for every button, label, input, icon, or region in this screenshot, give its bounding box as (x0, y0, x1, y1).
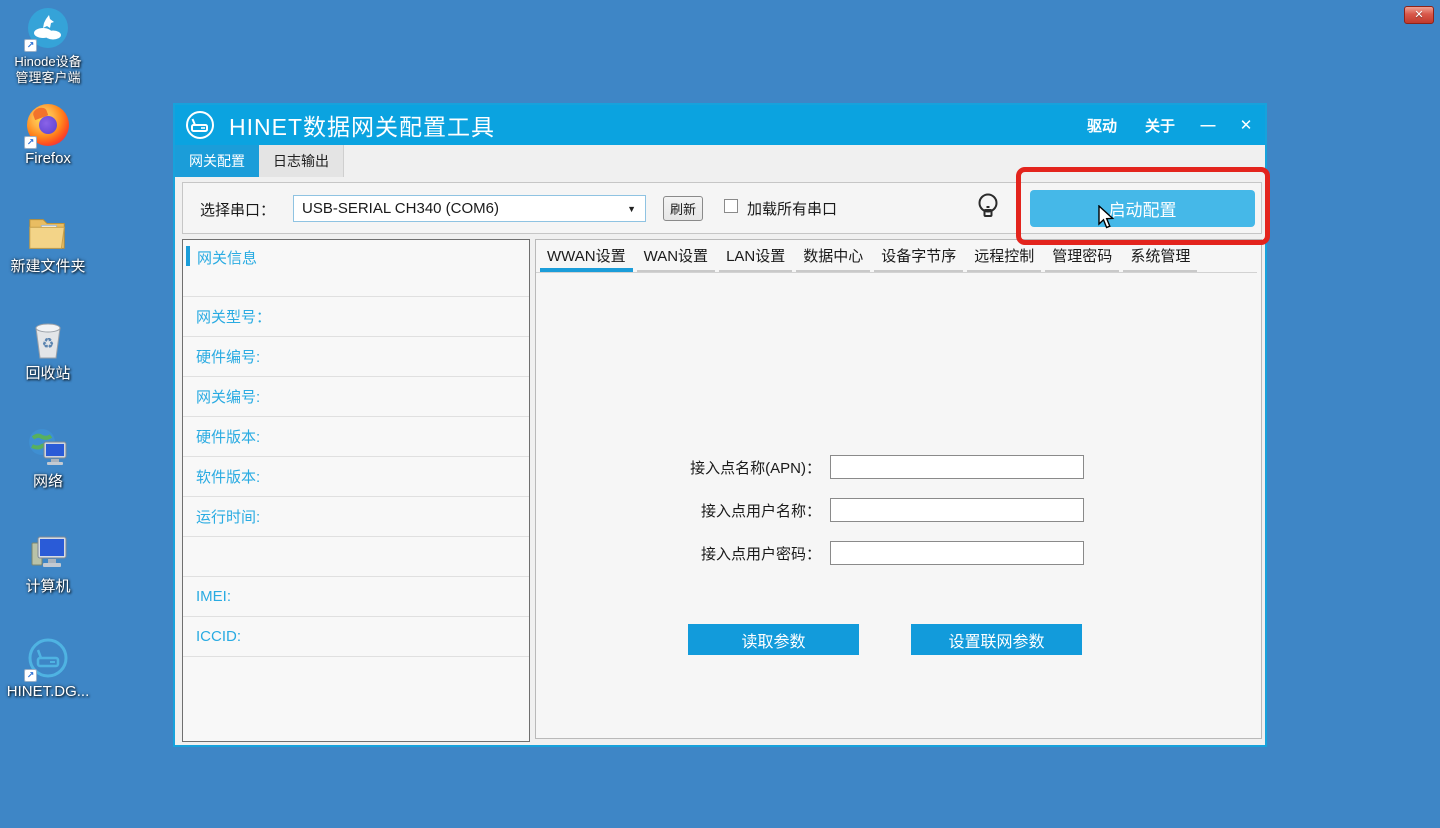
desktop-icon-label: 计算机 (25, 579, 70, 595)
settings-tab-bar: WWAN设置 WAN设置 LAN设置 数据中心 设备字节序 远程控制 管理密码 … (536, 246, 1257, 272)
start-config-button[interactable]: 启动配置 (1030, 190, 1255, 227)
close-button[interactable]: ✕ (1227, 110, 1265, 140)
tab-byte-order[interactable]: 设备字节序 (872, 245, 965, 272)
desktop-icon-firefox[interactable]: ↗ Firefox (2, 103, 94, 167)
titlebar: HINET数据网关配置工具 驱动 关于 — ✕ (175, 105, 1265, 145)
desktop-icon-new-folder[interactable]: 新建文件夹 (2, 211, 94, 275)
refresh-button[interactable]: 刷新 (663, 196, 703, 221)
main-tab-bar: 网关配置 日志输出 (175, 145, 1265, 177)
sidebar-row-iccid: ICCID: (183, 617, 529, 657)
tab-lan-settings[interactable]: LAN设置 (717, 245, 794, 272)
driver-menu-item[interactable]: 驱动 (1073, 109, 1131, 142)
tab-log-output[interactable]: 日志输出 (259, 145, 344, 177)
gateway-info-header: 网关信息 (183, 240, 529, 297)
desktop-icon-recycle-bin[interactable]: ♻ 回收站 (2, 318, 94, 382)
sidebar-row-model: 网关型号： (183, 297, 529, 337)
desktop-icon-label: Firefox (25, 151, 71, 167)
set-network-params-button[interactable]: 设置联网参数 (911, 624, 1082, 655)
apn-label: 接入点名称(APN)： (540, 457, 830, 478)
apn-row: 接入点名称(APN)： (540, 455, 1084, 479)
overlay-close-button[interactable]: ✕ (1404, 6, 1434, 24)
desktop-icon-computer[interactable]: 计算机 (2, 531, 94, 595)
hinode-client-icon: ↗ (26, 6, 70, 50)
desktop-icon-label: 新建文件夹 (10, 259, 85, 275)
apn-username-row: 接入点用户名称： (540, 498, 1084, 522)
apn-password-label: 接入点用户密码： (540, 543, 830, 564)
desktop-icon-label: Hinode设备 管理客户端 (14, 54, 81, 86)
chevron-down-icon: ▼ (627, 204, 636, 214)
lightbulb-icon[interactable] (974, 191, 1002, 223)
shortcut-arrow-icon: ↗ (24, 136, 37, 149)
folder-icon (26, 211, 70, 255)
port-select-value: USB-SERIAL CH340 (COM6) (302, 200, 627, 217)
desktop: { "colors": { "desktop_bg": "#3e86c6", "… (0, 0, 1440, 828)
tab-remote-control[interactable]: 远程控制 (965, 245, 1043, 272)
minimize-button[interactable]: — (1189, 111, 1227, 140)
window-title: HINET数据网关配置工具 (229, 108, 495, 142)
network-icon (26, 426, 70, 470)
shortcut-arrow-icon: ↗ (24, 669, 37, 682)
tab-wan-settings[interactable]: WAN设置 (635, 245, 717, 272)
sidebar-row-hw-number: 硬件编号: (183, 337, 529, 377)
gateway-info-panel: 网关信息 网关型号： 硬件编号: 网关编号: 硬件版本: 软件版本: 运行时间:… (182, 239, 530, 742)
sidebar-row-hw-version: 硬件版本: (183, 417, 529, 457)
load-all-ports-label: 加载所有串口 (747, 198, 837, 219)
sidebar-row-sw-version: 软件版本: (183, 457, 529, 497)
settings-panel: WWAN设置 WAN设置 LAN设置 数据中心 设备字节序 远程控制 管理密码 … (535, 239, 1262, 739)
port-select-label: 选择串口： (200, 199, 275, 220)
recycle-bin-icon: ♻ (26, 318, 70, 362)
svg-text:♻: ♻ (42, 335, 55, 351)
apn-username-input[interactable] (830, 498, 1084, 522)
load-all-ports-checkbox[interactable] (724, 199, 738, 213)
apn-username-label: 接入点用户名称： (540, 500, 830, 521)
app-titlebar-icon (185, 110, 215, 140)
gateway-info-title: 网关信息 (197, 247, 257, 268)
about-menu-item[interactable]: 关于 (1131, 109, 1189, 142)
sidebar-row-uptime: 运行时间: (183, 497, 529, 537)
desktop-icon-label: 网络 (33, 474, 63, 490)
sidebar-row-gw-number: 网关编号: (183, 377, 529, 417)
header-accent-bar (186, 246, 190, 266)
hinet-app-icon: ↗ (26, 636, 70, 680)
port-select-dropdown[interactable]: USB-SERIAL CH340 (COM6) ▼ (293, 195, 646, 222)
app-window: HINET数据网关配置工具 驱动 关于 — ✕ 网关配置 日志输出 选择串口： … (173, 103, 1267, 747)
desktop-icon-network[interactable]: 网络 (2, 426, 94, 490)
shortcut-arrow-icon: ↗ (24, 39, 37, 52)
sidebar-row-empty (183, 537, 529, 577)
apn-input[interactable] (830, 455, 1084, 479)
sidebar-row-imei: IMEI: (183, 577, 529, 617)
desktop-icon-hinode-client[interactable]: ↗ Hinode设备 管理客户端 (2, 6, 94, 86)
tab-baseline (536, 272, 1257, 273)
desktop-icon-label: HINET.DG... (7, 684, 90, 700)
tab-wwan-settings[interactable]: WWAN设置 (538, 245, 635, 272)
tab-system-manage[interactable]: 系统管理 (1121, 245, 1199, 272)
desktop-icon-label: 回收站 (25, 366, 70, 382)
desktop-icon-hinet-dg[interactable]: ↗ HINET.DG... (2, 636, 94, 700)
tab-gateway-config[interactable]: 网关配置 (175, 145, 259, 177)
computer-icon (26, 531, 70, 575)
read-params-button[interactable]: 读取参数 (688, 624, 859, 655)
apn-password-input[interactable] (830, 541, 1084, 565)
firefox-icon: ↗ (26, 103, 70, 147)
tab-data-center[interactable]: 数据中心 (794, 245, 872, 272)
tab-admin-password[interactable]: 管理密码 (1043, 245, 1121, 272)
apn-password-row: 接入点用户密码： (540, 541, 1084, 565)
